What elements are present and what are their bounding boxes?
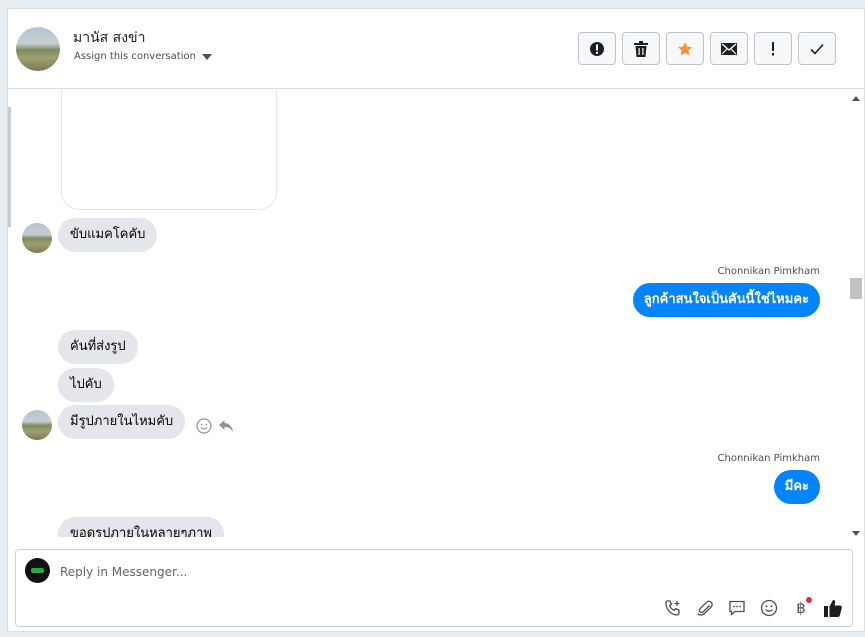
sender-name: Chonnikan Pimkham [717, 266, 820, 277]
attachment-icon [697, 600, 713, 616]
page-avatar [25, 558, 50, 583]
mark-unread-button[interactable] [710, 32, 748, 65]
contact-name[interactable]: มานัส สงข่า [73, 27, 145, 49]
incoming-message-bubble[interactable]: ขับแมคโคคับ [58, 218, 158, 252]
star-icon [678, 41, 692, 55]
mark-done-button[interactable] [798, 32, 836, 65]
saved-replies-button[interactable] [726, 597, 748, 619]
reply-composer: ฿ [15, 549, 853, 627]
incoming-message-bubble[interactable]: ไปคับ [58, 368, 114, 402]
assign-conversation-dropdown[interactable]: Assign this conversation [74, 51, 212, 62]
contact-avatar-small [22, 410, 52, 440]
outgoing-message-bubble[interactable]: ลูกค้าสนใจเป็นคันนี้ใช่ไหมคะ [632, 283, 820, 317]
message-hover-tools [196, 418, 234, 434]
saved-reply-icon [729, 600, 745, 616]
attach-button[interactable] [694, 597, 716, 619]
alert-circle-icon [590, 41, 604, 56]
payment-button[interactable]: ฿ [790, 597, 812, 619]
scroll-up-arrow-icon[interactable] [852, 96, 860, 101]
thread-scrollbar[interactable] [848, 90, 864, 542]
call-button[interactable] [662, 597, 684, 619]
envelope-icon [721, 42, 737, 55]
star-button[interactable] [666, 32, 704, 65]
checkmark-icon [810, 43, 824, 55]
follow-up-button[interactable] [754, 32, 792, 65]
call-icon [665, 600, 680, 616]
notification-dot [806, 597, 812, 603]
reply-input[interactable] [60, 562, 760, 582]
caret-down-icon [201, 53, 212, 60]
message-thread[interactable]: ขับแมคโคคับ Chonnikan Pimkham ลูกค้าสนใจ… [8, 90, 848, 537]
emoji-button[interactable] [758, 597, 780, 619]
scroll-down-arrow-icon[interactable] [852, 531, 860, 536]
emoji-icon [760, 599, 778, 617]
assign-label: Assign this conversation [74, 51, 196, 62]
inbox-conversation-panel: มานัส สงข่า Assign this conversation ขับ… [7, 8, 865, 632]
like-button[interactable] [822, 597, 844, 619]
delete-button[interactable] [622, 32, 660, 65]
scrollbar-thumb[interactable] [850, 278, 862, 299]
composer-tools: ฿ [662, 597, 844, 619]
incoming-message-bubble[interactable]: ขอดูรูปภายในหลายๆภาพ [58, 517, 224, 537]
contact-avatar-small [22, 223, 52, 253]
trash-icon [634, 40, 648, 57]
payment-icon: ฿ [796, 599, 806, 617]
exclamation-icon [772, 41, 774, 55]
incoming-message-bubble[interactable]: คันที่ส่งรูป [58, 330, 138, 364]
sender-name: Chonnikan Pimkham [717, 453, 820, 464]
spam-button[interactable] [578, 32, 616, 65]
reply-icon[interactable] [218, 418, 234, 434]
shared-image-attachment[interactable] [61, 90, 277, 210]
incoming-message-bubble[interactable]: มีรูปภายในไหมคับ [58, 405, 186, 439]
contact-avatar[interactable] [16, 27, 60, 71]
thumbs-up-icon [824, 600, 842, 617]
conversation-header: มานัส สงข่า Assign this conversation [8, 9, 864, 89]
react-emoji-icon[interactable] [196, 418, 212, 434]
conversation-actions [578, 32, 836, 65]
outgoing-message-bubble[interactable]: มีคะ [773, 470, 820, 504]
